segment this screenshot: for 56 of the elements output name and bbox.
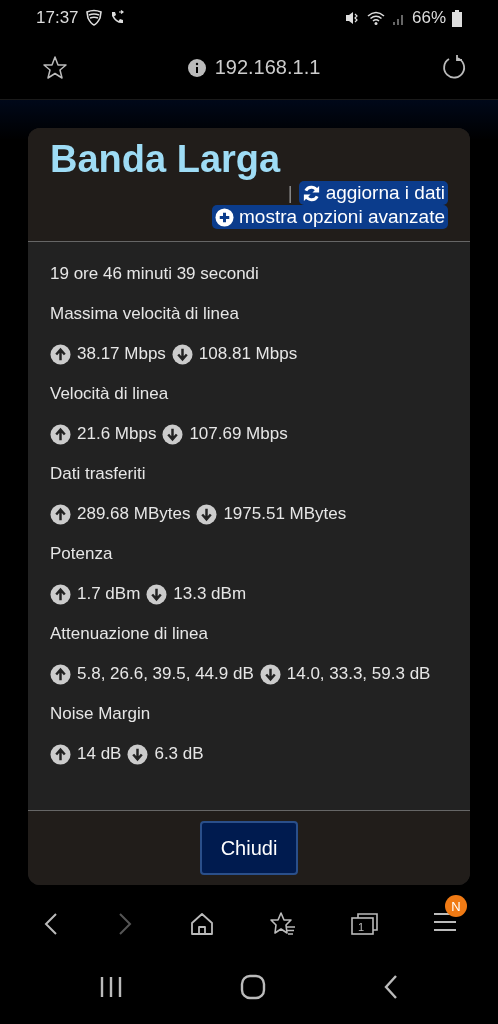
- stat-label: Velocità di linea: [50, 383, 170, 405]
- stat-label: Massima velocità di linea: [50, 303, 240, 325]
- mute-icon: [343, 10, 360, 26]
- dialog-title: Banda Larga: [50, 138, 282, 181]
- uptime-text: 19 ore 46 minuti 39 secondi: [50, 263, 260, 285]
- plus-icon: [215, 207, 235, 227]
- upload-value: 5.8, 26.6, 39.5, 44.9 dB: [77, 663, 254, 685]
- upload-icon: [50, 424, 71, 445]
- download-value: 13.3 dBm: [173, 583, 247, 605]
- recent-apps-icon[interactable]: [98, 976, 123, 998]
- shield-icon: [84, 9, 103, 27]
- download-icon: [127, 744, 149, 765]
- close-button[interactable]: Chiudi: [199, 821, 299, 875]
- download-value: 107.69 Mbps: [189, 423, 288, 445]
- upload-value: 289.68 MBytes: [77, 503, 191, 525]
- bookmarks-icon[interactable]: [269, 911, 297, 937]
- download-value: 108.81 Mbps: [198, 343, 298, 365]
- stat-label: Potenza: [50, 543, 114, 565]
- upload-icon: [50, 504, 71, 525]
- back-button-icon[interactable]: [383, 974, 400, 1000]
- refresh-link[interactable]: aggiorna i dati: [298, 181, 448, 205]
- upload-value: 38.17 Mbps: [77, 343, 166, 365]
- battery-icon: [452, 9, 462, 27]
- stat-label: Attenuazione di linea: [50, 623, 209, 645]
- notification-badge: N: [445, 895, 467, 917]
- battery-level: 66%: [411, 8, 446, 28]
- stat-label: Noise Margin: [50, 703, 152, 725]
- menu-icon[interactable]: [433, 911, 457, 933]
- upload-icon: [50, 664, 71, 685]
- url-text[interactable]: 192.168.1.1: [214, 56, 321, 79]
- tabs-button[interactable]: 1: [351, 912, 379, 936]
- download-value: 6.3 dB: [154, 743, 204, 765]
- download-value: 1975.51 MBytes: [223, 503, 347, 525]
- tabs-icon: [351, 912, 379, 936]
- upload-icon: [50, 584, 71, 605]
- upload-icon: [50, 744, 71, 765]
- advanced-options-link[interactable]: mostra opzioni avanzate: [212, 205, 448, 229]
- info-icon[interactable]: [187, 58, 206, 77]
- upload-value: 14 dB: [77, 743, 122, 765]
- upload-value: 1.7 dBm: [77, 583, 141, 605]
- home-button-icon[interactable]: [240, 974, 266, 1000]
- upload-icon: [50, 344, 71, 365]
- clock: 17:37: [36, 8, 79, 28]
- bookmark-star-icon[interactable]: [42, 54, 68, 81]
- download-icon: [196, 504, 218, 525]
- download-icon: [146, 584, 168, 605]
- refresh-icon: [301, 183, 321, 203]
- separator: |: [287, 182, 293, 204]
- download-icon: [171, 344, 193, 365]
- download-icon: [259, 664, 281, 685]
- download-value: 14.0, 33.3, 59.3 dB: [286, 663, 431, 685]
- home-icon[interactable]: [189, 911, 215, 937]
- stat-label: Dati trasferiti: [50, 463, 147, 485]
- download-icon: [162, 424, 184, 445]
- upload-value: 21.6 Mbps: [77, 423, 157, 445]
- wifi-icon: [365, 10, 386, 26]
